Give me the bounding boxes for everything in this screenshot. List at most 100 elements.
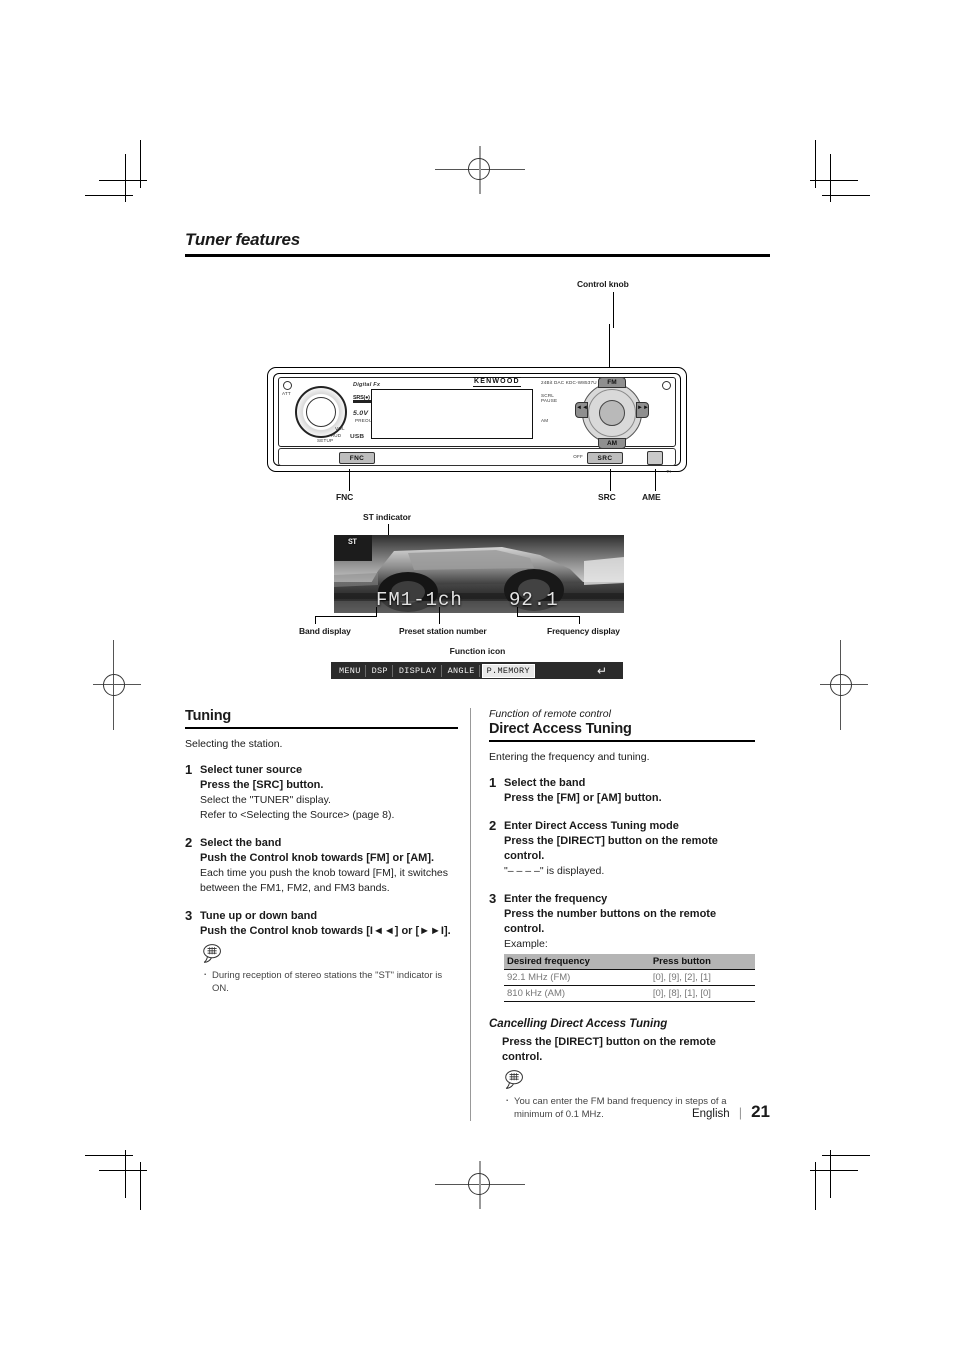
digital-fx-label: Digital Fx: [353, 382, 381, 388]
direct-access-step-1: 1 Select the band Press the [FM] or [AM]…: [489, 776, 755, 806]
leader-control-knob: [613, 292, 615, 328]
leader-control-knob-2: [609, 324, 611, 372]
ti-label: TI: [666, 469, 671, 474]
function-icon-display[interactable]: DISPLAY: [395, 664, 442, 677]
direct-access-kicker: Function of remote control: [489, 708, 611, 720]
scrl-label: SCRL: [541, 393, 555, 398]
leader-src: [610, 469, 612, 491]
crop-mark-top-right: [810, 140, 870, 202]
callout-band-display: Band display: [299, 626, 351, 636]
leader-fnc: [349, 469, 351, 491]
track-forward-button[interactable]: ►►: [636, 402, 649, 418]
cancelling-body: Press the [DIRECT] button on the remote …: [502, 1036, 716, 1063]
callout-ame: AME: [642, 492, 661, 502]
step-note: Refer to <Selecting the Source> (page 8)…: [200, 809, 395, 821]
step-number: 3: [185, 908, 193, 923]
lcd-band-text: FM1-1ch: [376, 589, 463, 611]
am-small-label: AM: [541, 418, 549, 423]
column-tuning: Tuning Selecting the station. 1 Select t…: [185, 708, 470, 1121]
att-button-dot[interactable]: [283, 381, 292, 390]
aud-label: AUD: [331, 433, 342, 438]
step-title: Select the band: [200, 837, 282, 849]
direct-access-heading-rule: [489, 740, 755, 742]
att-label: ATT: [282, 391, 291, 396]
body-columns: Tuning Selecting the station. 1 Select t…: [185, 708, 770, 1121]
leader-band-display-h: [315, 616, 377, 618]
table-header-press-button: Press button: [649, 954, 755, 970]
control-knob-center[interactable]: [599, 400, 625, 426]
lcd-photo: ST FM1-1ch 92.1: [334, 535, 624, 613]
footer-divider: |: [738, 1105, 743, 1120]
step-number: 3: [489, 891, 497, 906]
crop-mark-bottom-right: [810, 1150, 870, 1210]
kenwood-brand-logo: KENWOOD: [473, 377, 521, 387]
fm-button[interactable]: FM: [598, 377, 626, 388]
direct-access-heading: Direct Access Tuning: [489, 721, 632, 737]
registration-mark-left: [85, 640, 145, 730]
column-direct-access-tuning: Function of remote control Direct Access…: [470, 708, 755, 1121]
note-bubble-icon: [203, 944, 221, 963]
step-number: 1: [185, 762, 193, 777]
function-icon-bar[interactable]: MENU DSP DISPLAY ANGLE P.MEMORY ↵: [331, 662, 623, 679]
vol-label: VOL: [335, 426, 345, 431]
preout-voltage: 5.0V: [353, 410, 369, 417]
manual-page: Tuner features Control knob ATT VOL AUD …: [185, 230, 770, 1122]
registration-mark-top: [435, 140, 525, 200]
step-note: Each time you push the knob toward [FM],…: [200, 867, 449, 894]
table-cell-frequency: 810 kHz (AM): [504, 985, 650, 1002]
step-number: 2: [489, 818, 497, 833]
return-arrow-icon[interactable]: ↵: [597, 664, 619, 678]
step-title: Select the band: [504, 777, 586, 789]
leader-ame: [655, 469, 657, 491]
step-action: Press the [DIRECT] button on the remote …: [504, 835, 718, 862]
tuning-note-block: During reception of stereo stations the …: [200, 941, 458, 995]
ame-eject-button[interactable]: [647, 451, 663, 465]
st-indicator: ST: [348, 538, 357, 547]
page-footer: English | 21: [692, 1102, 770, 1122]
srs-bar: [353, 400, 373, 403]
step-note: Select the "TUNER" display.: [200, 794, 331, 806]
control-knob[interactable]: FM AM ◄◄ ►►: [575, 377, 649, 449]
head-unit-faceplate: ATT VOL AUD SETUP Digital Fx SRS(●) 5.0V…: [278, 377, 676, 449]
function-icon-angle[interactable]: ANGLE: [444, 664, 480, 677]
leader-frequency-display-h: [517, 616, 580, 618]
direct-access-step-2: 2 Enter Direct Access Tuning mode Press …: [489, 819, 755, 879]
lcd-display-illustration: ST indicator ST FM1-1ch 92.1 Band displa…: [185, 512, 770, 640]
fnc-button[interactable]: FNC: [339, 452, 375, 464]
function-icon-dsp[interactable]: DSP: [368, 664, 393, 677]
table-cell-frequency: 92.1 MHz (FM): [504, 969, 650, 986]
title-divider: [185, 254, 770, 257]
track-back-button[interactable]: ◄◄: [575, 402, 588, 418]
tuning-lede: Selecting the station.: [185, 738, 283, 750]
page-title: Tuner features: [185, 230, 300, 249]
step-title: Enter Direct Access Tuning mode: [504, 820, 679, 832]
function-icon-section: Function icon MENU DSP DISPLAY ANGLE P.M…: [185, 646, 770, 692]
step-action: Press the number buttons on the remote c…: [504, 908, 717, 935]
function-icon-p-memory[interactable]: P.MEMORY: [481, 663, 535, 678]
frequency-example-table: Desired frequency Press button 92.1 MHz …: [504, 954, 755, 1002]
step-title: Tune up or down band: [200, 910, 318, 922]
pause-label: PAUSE: [541, 398, 558, 403]
callout-control-knob: Control knob: [577, 279, 629, 289]
release-dot[interactable]: [662, 381, 671, 390]
leader-frequency-display-v2: [579, 616, 581, 624]
off-label: OFF: [573, 454, 583, 459]
tuning-heading-rule: [185, 727, 458, 729]
leader-band-display-v2: [315, 616, 317, 624]
step-note: "– – – –" is displayed.: [504, 865, 605, 877]
direct-access-step-3: 3 Enter the frequency Press the number b…: [489, 892, 755, 1002]
cancelling-heading: Cancelling Direct Access Tuning: [489, 1018, 668, 1030]
callout-fnc: FNC: [336, 492, 354, 502]
leader-preset-number: [439, 607, 441, 624]
callout-preset-number: Preset station number: [399, 626, 487, 636]
step-note: Example:: [504, 938, 548, 950]
tuning-step-3: 3 Tune up or down band Push the Control …: [185, 909, 458, 995]
function-icon-title: Function icon: [449, 646, 506, 656]
table-cell-buttons: [0], [8], [1], [0]: [649, 985, 755, 1002]
function-icon-menu[interactable]: MENU: [335, 664, 366, 677]
head-unit-illustration: Control knob ATT VOL AUD SETUP Digital F…: [185, 279, 770, 504]
step-number: 1: [489, 775, 497, 790]
step-action: Press the [SRC] button.: [200, 779, 324, 791]
head-unit-bottom-strip: FNC OFF SRC TI: [278, 448, 676, 474]
src-button[interactable]: SRC: [587, 452, 623, 464]
